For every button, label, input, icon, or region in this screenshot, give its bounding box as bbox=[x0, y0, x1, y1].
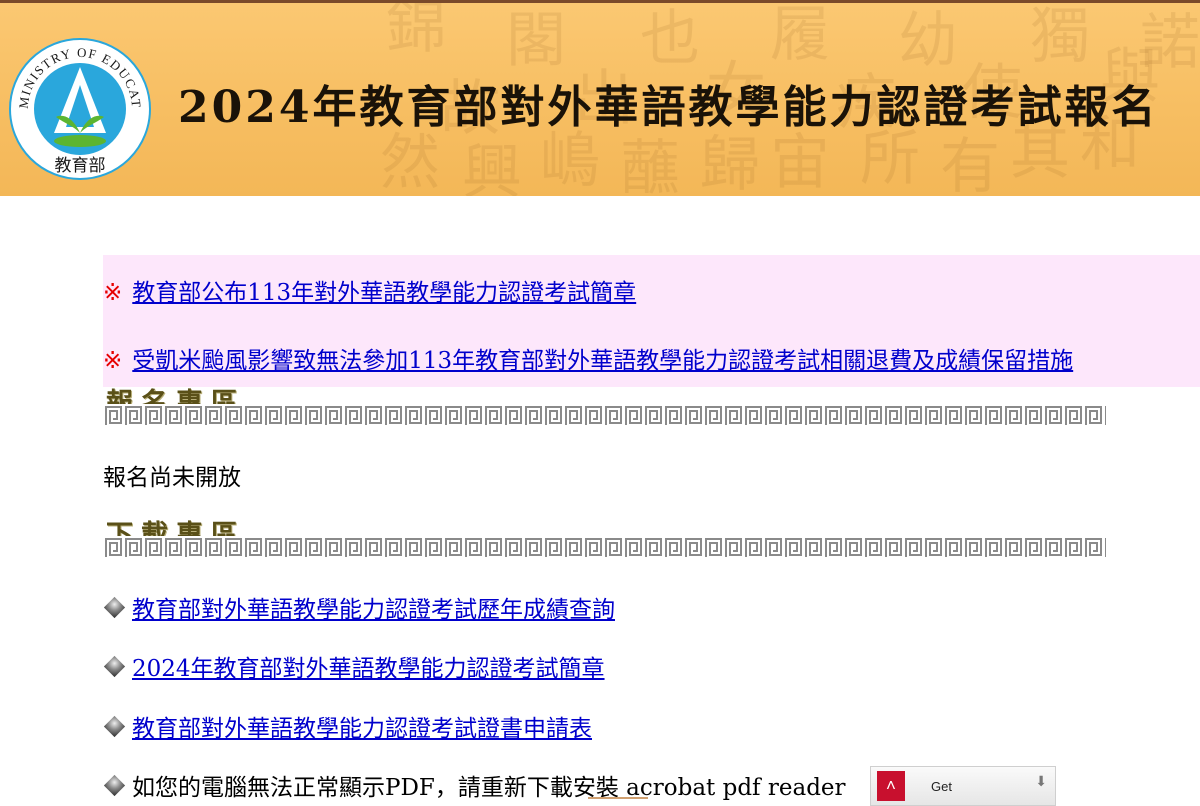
background-glyph: 嶋 bbox=[540, 126, 600, 196]
background-glyph: 諾 bbox=[1140, 8, 1200, 78]
announcement-link-typhoon-refund[interactable]: 受凱米颱風影響致無法參加113年教育部對外華語教學能力認證考試相關退費及成績保留… bbox=[132, 348, 1073, 374]
download-item: 教育部對外華語教學能力認證考試歷年成績查詢 bbox=[103, 590, 615, 624]
site-banner: 錦故閣出也女履疾幼使獨與然興嶋蘸歸宙所有其和諾 MINISTRY OF EDUC… bbox=[0, 3, 1200, 196]
download-item: 教育部對外華語教學能力認證考試證書申請表 bbox=[103, 709, 592, 743]
registration-status: 報名尚未開放 bbox=[103, 465, 241, 491]
download-link-score-lookup[interactable]: 教育部對外華語教學能力認證考試歷年成績查詢 bbox=[132, 597, 615, 623]
section-divider-fret bbox=[104, 536, 1106, 560]
reference-mark: ※ bbox=[103, 348, 123, 374]
background-glyph: 蘸 bbox=[620, 134, 680, 196]
background-glyph: 閣 bbox=[506, 6, 566, 76]
download-link-exam-brochure[interactable]: 2024年教育部對外華語教學能力認證考試簡章 bbox=[132, 656, 605, 682]
background-glyph: 履 bbox=[770, 3, 830, 70]
get-button-label: Get bbox=[931, 779, 952, 794]
diamond-bullet-icon bbox=[103, 596, 126, 619]
adobe-reader-icon: ˄ bbox=[877, 771, 905, 801]
background-glyph: 有 bbox=[940, 132, 1000, 196]
background-glyph: 興 bbox=[462, 138, 522, 196]
download-arrow-icon: ⬇ bbox=[1035, 773, 1047, 789]
background-glyph: 也 bbox=[640, 4, 700, 74]
announcement-link-exam-rules[interactable]: 教育部公布113年對外華語教學能力認證考試簡章 bbox=[132, 280, 636, 306]
diamond-bullet-icon bbox=[103, 715, 126, 738]
background-glyph: 錦 bbox=[386, 3, 446, 62]
ministry-of-education-logo[interactable]: MINISTRY OF EDUCATION 教育部 bbox=[8, 37, 152, 181]
page-title: 2024年教育部對外華語教學能力認證考試報名 bbox=[178, 82, 1159, 133]
background-glyph: 宙 bbox=[770, 128, 830, 196]
announcement-item: ※ 受凱米颱風影響致無法參加113年教育部對外華語教學能力認證考試相關退費及成績保… bbox=[103, 341, 1073, 375]
background-glyph: 所 bbox=[860, 124, 920, 194]
background-glyph: 幼 bbox=[898, 6, 958, 76]
logo-chinese-name: 教育部 bbox=[55, 156, 106, 176]
background-glyph: 獨 bbox=[1030, 3, 1090, 72]
diamond-bullet-icon bbox=[103, 774, 126, 797]
section-divider-fret bbox=[104, 404, 1106, 428]
reference-mark: ※ bbox=[103, 280, 123, 306]
background-glyph: 歸 bbox=[700, 130, 760, 196]
download-item: 2024年教育部對外華語教學能力認證考試簡章 bbox=[103, 649, 605, 683]
get-adobe-reader-button[interactable]: ˄ Get ⬇ bbox=[870, 766, 1056, 806]
announcement-box: ※ 教育部公布113年對外華語教學能力認證考試簡章 ※ 受凱米颱風影響致無法參加11… bbox=[103, 255, 1200, 387]
pdf-reader-notice: 如您的電腦無法正常顯示PDF，請重新下載安裝 acrobat pdf reade… bbox=[103, 768, 846, 802]
diamond-bullet-icon bbox=[103, 655, 126, 678]
pdf-reader-notice-text: 如您的電腦無法正常顯示PDF，請重新下載安裝 acrobat pdf reade… bbox=[132, 775, 846, 801]
background-glyph: 然 bbox=[380, 128, 440, 196]
download-link-certificate-form[interactable]: 教育部對外華語教學能力認證考試證書申請表 bbox=[132, 716, 592, 742]
announcement-item: ※ 教育部公布113年對外華語教學能力認證考試簡章 bbox=[103, 273, 636, 307]
